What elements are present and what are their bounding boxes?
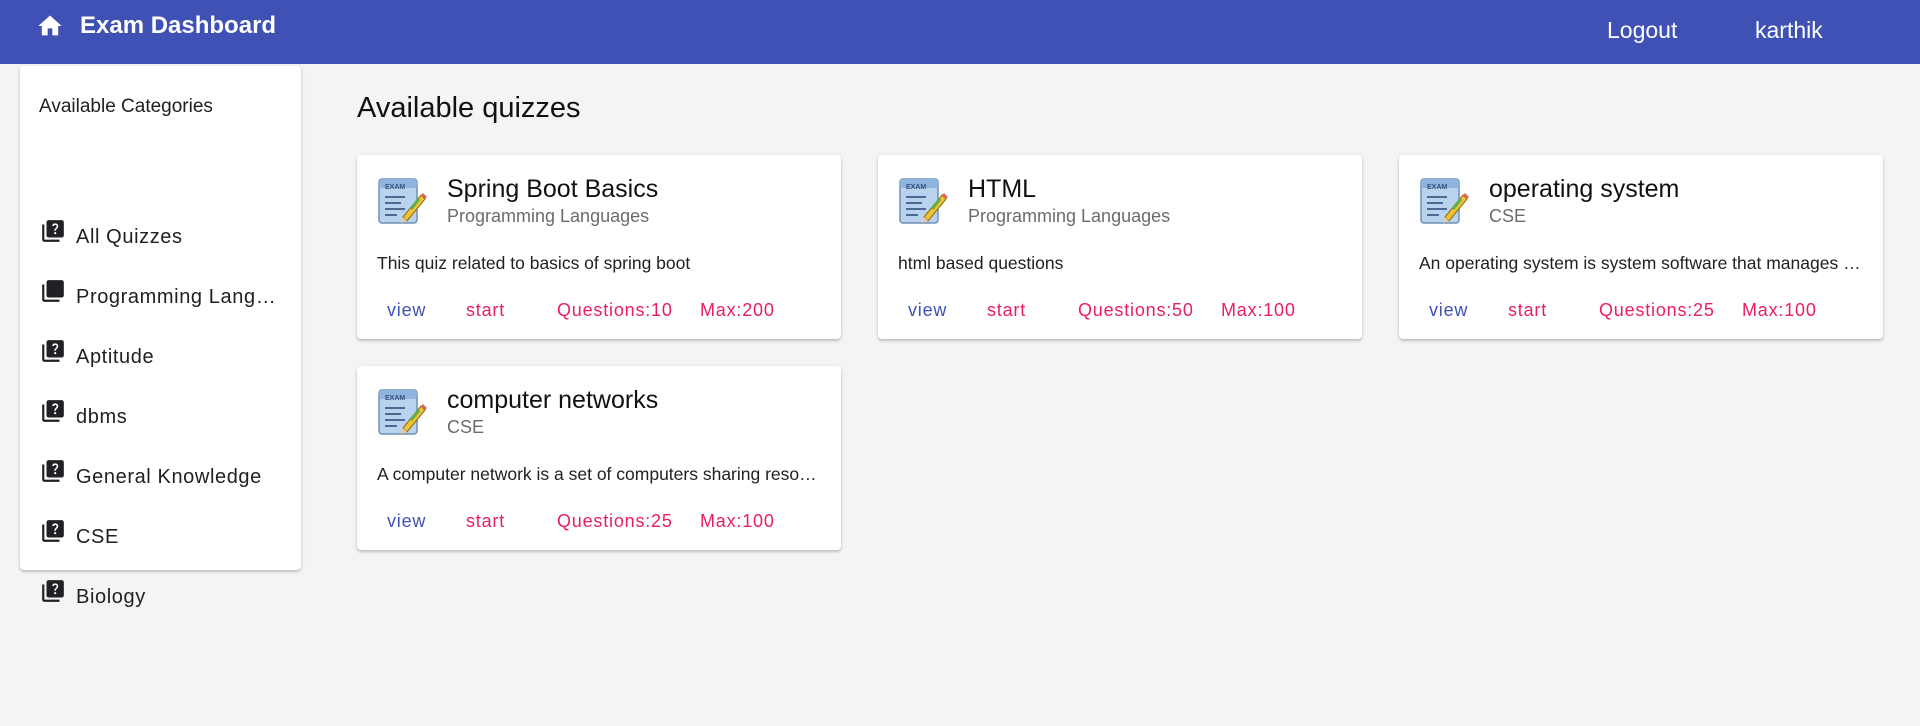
top-toolbar: Exam Dashboard Logout karthik [0,0,1920,64]
quiz-category: Programming Languages [447,206,650,226]
sidebar-item-label: Biology [76,586,146,608]
quiz-title: computer networks [447,386,659,414]
sidebar-item-programming-languages[interactable]: Programming Languages [20,278,301,328]
sidebar-item-aptitude[interactable]: Aptitude [20,338,301,388]
quiz-actions: view start Questions:50 Max:100 [898,299,1358,323]
sidebar-item-all-quizzes[interactable]: All Quizzes [20,218,301,268]
quiz-card: operating system CSE An operating system… [1399,155,1883,339]
user-profile-link[interactable]: karthik [1755,16,1823,44]
max-marks-button[interactable]: Max:200 [700,299,775,321]
exam-icon [896,175,948,227]
sidebar-item-label: All Quizzes [76,226,183,248]
quiz-actions: view start Questions:10 Max:200 [377,299,837,323]
home-icon[interactable] [36,12,64,40]
exam-icon [1417,175,1469,227]
quiz-category: Programming Languages [968,206,1171,226]
logout-button[interactable]: Logout [1607,16,1677,44]
start-button[interactable]: start [1508,299,1547,321]
view-button[interactable]: view [1429,299,1468,321]
quiz-actions: view start Questions:25 Max:100 [1419,299,1879,323]
exam-icon [375,386,427,438]
view-button[interactable]: view [387,299,426,321]
sidebar-title: Available Categories [39,96,213,117]
quiz-category: CSE [447,417,485,437]
start-button[interactable]: start [466,510,505,532]
quiz-icon [42,580,64,602]
questions-count-button[interactable]: Questions:50 [1078,299,1194,321]
max-marks-button[interactable]: Max:100 [1742,299,1817,321]
exam-icon [375,175,427,227]
quiz-title: operating system [1489,175,1680,203]
page-title: Available quizzes [357,92,581,124]
start-button[interactable]: start [466,299,505,321]
quiz-description: An operating system is system software t… [1419,253,1867,273]
quiz-icon [42,460,64,482]
view-button[interactable]: view [387,510,426,532]
quiz-icon [42,520,64,542]
max-marks-button[interactable]: Max:100 [1221,299,1296,321]
sidebar-item-cse[interactable]: CSE [20,518,301,568]
questions-count-button[interactable]: Questions:25 [1599,299,1715,321]
quiz-description: A computer network is a set of computers… [377,464,825,484]
view-button[interactable]: view [908,299,947,321]
quiz-card: computer networks CSE A computer network… [357,366,841,550]
sidebar-item-label: dbms [76,406,128,428]
quiz-card: Spring Boot Basics Programming Languages… [357,155,841,339]
questions-count-button[interactable]: Questions:25 [557,510,673,532]
sidebar-item-label: General Knowledge [76,466,262,488]
quiz-card: HTML Programming Languages html based qu… [878,155,1362,339]
sidebar-item-label: Aptitude [76,346,155,368]
quiz-description: This quiz related to basics of spring bo… [377,253,691,273]
start-button[interactable]: start [987,299,1026,321]
max-marks-button[interactable]: Max:100 [700,510,775,532]
quiz-title: HTML [968,175,1037,203]
sidebar-item-biology[interactable]: Biology [20,578,301,628]
quiz-description: html based questions [898,253,1064,273]
quiz-icon [42,340,64,362]
sidebar-item-label: CSE [76,526,119,548]
category-sidebar: Available Categories All Quizzes Program… [20,66,301,608]
sidebar-item-general-knowledge[interactable]: General Knowledge [20,458,301,508]
app-title[interactable]: Exam Dashboard [80,12,276,40]
questions-count-button[interactable]: Questions:10 [557,299,673,321]
quiz-actions: view start Questions:25 Max:100 [377,510,837,534]
sidebar-item-dbms[interactable]: dbms [20,398,301,448]
quiz-icon [42,280,64,302]
quiz-icon [42,400,64,422]
sidebar-item-label: Programming Languages [76,286,286,308]
quiz-icon [42,220,64,242]
quiz-category: CSE [1489,206,1527,226]
quiz-title: Spring Boot Basics [447,175,659,203]
